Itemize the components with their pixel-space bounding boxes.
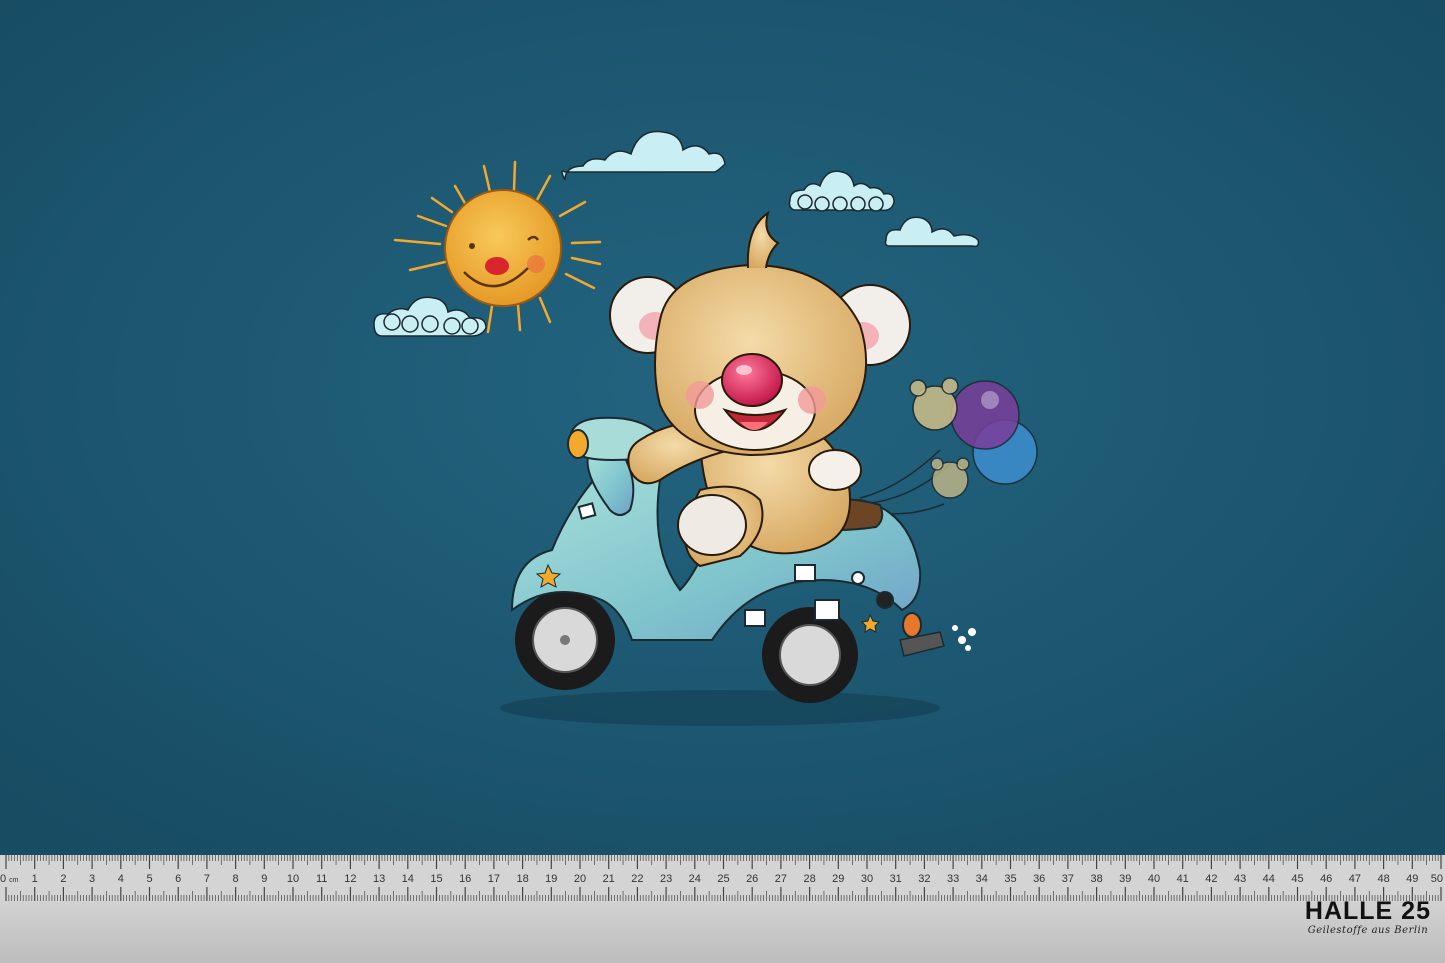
front-wheel (515, 590, 615, 690)
ruler-label: 9 (261, 873, 267, 885)
ruler-label: 34 (976, 873, 988, 885)
ruler-label: 15 (430, 873, 442, 885)
ruler-label: 13 (373, 873, 385, 885)
ruler-label: 7 (204, 873, 210, 885)
ruler-label: 30 (861, 873, 873, 885)
ruler-label: 40 (1148, 873, 1160, 885)
ruler-label: 49 (1406, 873, 1418, 885)
ruler-label: 41 (1177, 873, 1189, 885)
ruler-label: 6 (175, 873, 181, 885)
ruler-label: 26 (746, 873, 758, 885)
ruler-label: 45 (1291, 873, 1303, 885)
ruler-label: 12 (344, 873, 356, 885)
ruler-label: 29 (832, 873, 844, 885)
ruler-label: 48 (1377, 873, 1389, 885)
ruler-label: 32 (918, 873, 930, 885)
ruler-label: 36 (1033, 873, 1045, 885)
ruler-label: 44 (1263, 873, 1275, 885)
ruler-label: 5 (146, 873, 152, 885)
brand-tagline: Geilestoffe aus Berlin (1307, 925, 1429, 936)
ruler-label: 21 (603, 873, 615, 885)
ruler-label: 22 (631, 873, 643, 885)
ruler-label: 8 (233, 873, 239, 885)
brand-logo: HALLE 25 Geilestoffe aus Berlin (1305, 897, 1431, 937)
ruler-label: 17 (488, 873, 500, 885)
measuring-ruler: 0 cm 1 2 3 4 5 6 7 8 9 10 11 12 13 14 15 16 17 18 19 20 21 22 23… (0, 855, 1445, 963)
ruler-label: 16 (459, 873, 471, 885)
ruler-label: 50 (1431, 873, 1443, 885)
ruler-label: 28 (803, 873, 815, 885)
ruler-label: 2 (60, 873, 66, 885)
ruler-label: 39 (1119, 873, 1131, 885)
ruler-label: 37 (1062, 873, 1074, 885)
ruler-label: 10 (287, 873, 299, 885)
ruler-label: 43 (1234, 873, 1246, 885)
ruler-label: 4 (118, 873, 124, 885)
ruler-label: 38 (1090, 873, 1102, 885)
ruler-label: 23 (660, 873, 672, 885)
brand-name: HALLE 25 (1304, 897, 1431, 925)
ruler-label: 20 (574, 873, 586, 885)
ruler-label: 14 (402, 873, 414, 885)
ruler-label: 35 (1004, 873, 1016, 885)
ruler-label: 31 (890, 873, 902, 885)
ruler-label: 27 (775, 873, 787, 885)
ruler-label: 19 (545, 873, 557, 885)
ruler-label: 1 (32, 873, 38, 885)
ruler-label: 33 (947, 873, 959, 885)
ruler-label: 47 (1349, 873, 1361, 885)
scooter-shadow (500, 690, 940, 726)
ruler-lower-band (0, 901, 1445, 963)
rear-wheel (762, 607, 858, 703)
ruler-label: 42 (1205, 873, 1217, 885)
ruler-label: 25 (717, 873, 729, 885)
ruler-scale: 0 cm 1 2 3 4 5 6 7 8 9 10 11 12 13 14 15 16 17 18 19 20 21 22 23… (0, 855, 1445, 901)
ruler-label: 11 (316, 873, 327, 885)
ruler-label: 24 (689, 873, 701, 885)
ruler-label: 3 (89, 873, 95, 885)
ruler-label: 46 (1320, 873, 1332, 885)
ruler-label: 18 (516, 873, 528, 885)
fabric-panel (0, 0, 1445, 855)
